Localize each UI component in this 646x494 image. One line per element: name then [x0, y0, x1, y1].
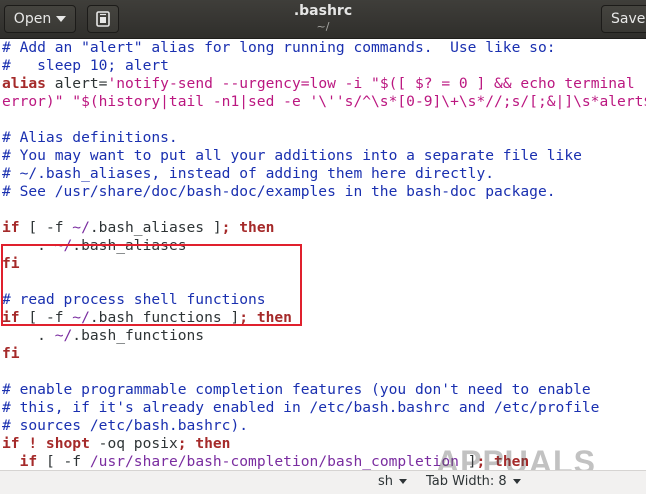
code-token: if: [2, 219, 20, 236]
chevron-down-icon: [512, 479, 521, 484]
code-token: # See /usr/share/doc/bash-doc/examples i…: [2, 183, 556, 200]
code-token: /usr/share/bash-completion/bash_completi…: [81, 453, 459, 470]
window-title: .bashrc: [293, 3, 353, 19]
code-token: ; then: [221, 219, 275, 236]
code-line: alias alert='notify-send --urgency=low -…: [0, 75, 646, 93]
tab-width-label: Tab Width: 8: [426, 474, 507, 489]
code-token: # enable programmable completion feature…: [2, 381, 591, 398]
header-bar: Open .bashrc ~/ Save: [0, 0, 646, 39]
code-token: # sources /etc/bash.bashrc).: [2, 417, 249, 434]
code-token: 'notify-send --urgency=low -i "$([ $? = …: [107, 75, 646, 92]
code-line: # You may want to put all your additions…: [0, 147, 646, 165]
code-token: # Alias definitions.: [2, 129, 178, 146]
code-token: .bash_aliases ]: [89, 219, 222, 236]
code-line: # sleep 10; alert: [0, 57, 646, 75]
language-selector[interactable]: sh: [378, 474, 408, 489]
code-token: [: [19, 219, 46, 236]
code-token: error)" "$(history|tail -n1|sed -e '\''s…: [2, 93, 646, 110]
code-token: .: [2, 327, 55, 344]
code-token: # ~/.bash_aliases, instead of adding the…: [2, 165, 495, 182]
code-line: # this, if it's already enabled in /etc/…: [0, 399, 646, 417]
tab-width-selector[interactable]: Tab Width: 8: [426, 474, 521, 489]
code-token: -oq posix: [89, 435, 178, 452]
code-line: . ~/.bash_functions: [0, 327, 646, 345]
code-line: if [ -f ~/.bash_aliases ]; then: [0, 219, 646, 237]
code-token: .bash_functions: [72, 327, 205, 344]
code-line: # Add an "alert" alias for long running …: [0, 39, 646, 57]
save-button[interactable]: Save: [601, 5, 646, 33]
code-token: ~/: [63, 219, 90, 236]
code-token: # You may want to put all your additions…: [2, 147, 582, 164]
code-line: error)" "$(history|tail -n1|sed -e '\''s…: [0, 93, 646, 111]
status-bar: sh Tab Width: 8: [0, 470, 646, 494]
code-token: [: [37, 453, 64, 470]
code-token: if: [2, 453, 38, 470]
highlight-annotation-box: [1, 244, 302, 326]
code-line: # enable programmable completion feature…: [0, 381, 646, 399]
code-token: # sleep 10; alert: [2, 57, 169, 74]
code-token: -f: [63, 453, 82, 470]
window-title-area: .bashrc ~/: [0, 3, 646, 33]
code-token: fi: [2, 345, 20, 362]
code-token: if ! shopt: [2, 435, 90, 452]
code-token: # Add an "alert" alias for long running …: [2, 39, 556, 56]
code-token: ; then: [177, 435, 231, 452]
window-subtitle: ~/: [316, 20, 330, 33]
code-token: # this, if it's already enabled in /etc/…: [2, 399, 600, 416]
code-line: # ~/.bash_aliases, instead of adding the…: [0, 165, 646, 183]
code-token: ~/: [54, 327, 73, 344]
code-line: # See /usr/share/doc/bash-doc/examples i…: [0, 183, 646, 201]
code-token: -f: [45, 219, 64, 236]
code-token: alert=: [45, 75, 108, 92]
language-label: sh: [378, 474, 394, 489]
code-line: fi: [0, 345, 646, 363]
code-line: # Alias definitions.: [0, 129, 646, 147]
code-token: alias: [2, 75, 46, 92]
chevron-down-icon: [399, 479, 408, 484]
code-line: # sources /etc/bash.bashrc).: [0, 417, 646, 435]
